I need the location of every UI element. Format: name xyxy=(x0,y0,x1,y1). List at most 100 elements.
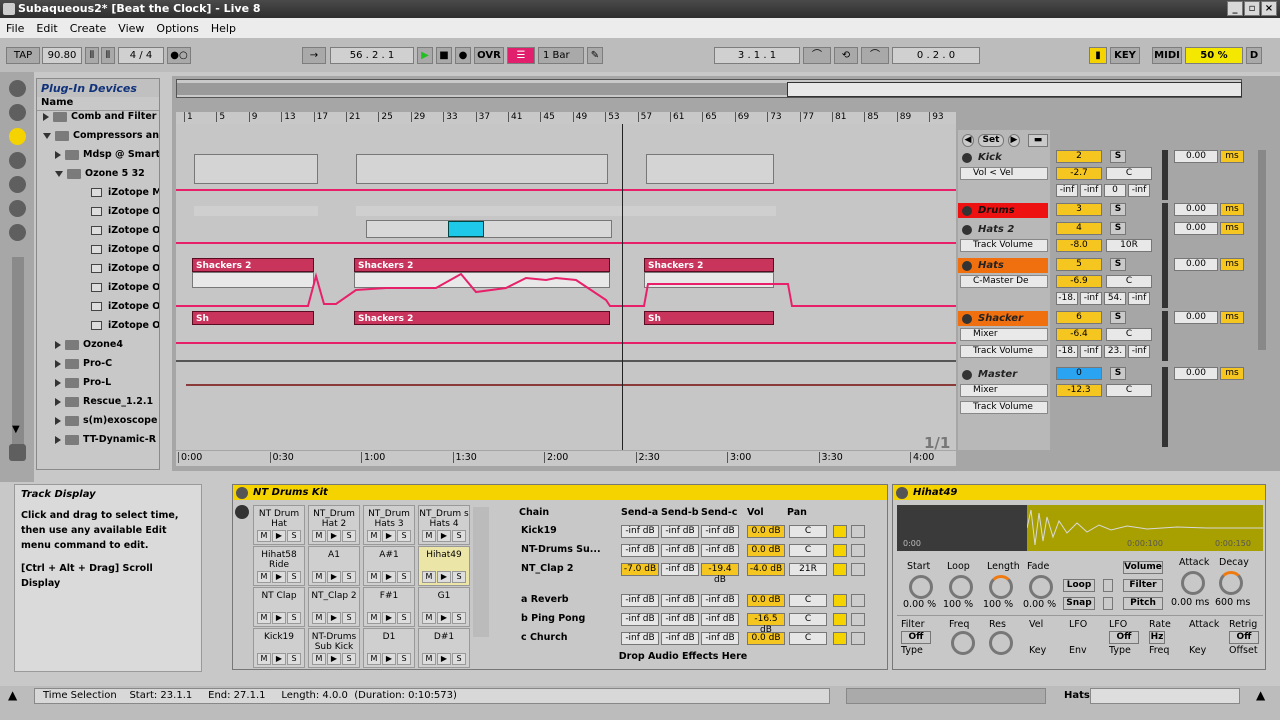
pad-play-button[interactable]: ▶ xyxy=(272,571,286,583)
filter-tab[interactable]: Filter xyxy=(1123,579,1163,592)
track-delay[interactable]: 0.00 xyxy=(1174,258,1218,271)
track-delay[interactable]: 0.00 xyxy=(1174,222,1218,235)
track-volume[interactable]: -12.3 xyxy=(1056,384,1102,397)
pad-mute-button[interactable]: M xyxy=(422,530,436,542)
chain-pan-value[interactable]: C xyxy=(789,525,827,538)
pad-mute-button[interactable]: M xyxy=(257,530,271,542)
pad-mute-button[interactable]: M xyxy=(422,571,436,583)
prev-locator-button[interactable]: ◀ xyxy=(962,134,974,147)
menu-create[interactable]: Create xyxy=(70,22,107,35)
track-delay-unit[interactable]: ms xyxy=(1220,203,1244,216)
waveform-display[interactable]: 0:00 0:00:100 0:00:150 xyxy=(897,505,1263,551)
pad-play-button[interactable]: ▶ xyxy=(272,530,286,542)
return-chain-row[interactable]: a Reverb -inf dB -inf dB -inf dB 0.0 dB C xyxy=(503,592,883,609)
kick-automation-line[interactable] xyxy=(176,189,956,191)
browser-item[interactable]: iZotope Oz xyxy=(37,320,159,339)
track-fold-icon[interactable] xyxy=(962,261,972,271)
browser-item[interactable]: iZotope Oz xyxy=(37,282,159,301)
pad-solo-button[interactable]: S xyxy=(342,612,356,624)
time-signature-field[interactable]: 4 / 4 xyxy=(118,47,164,64)
pad-solo-button[interactable]: S xyxy=(397,653,411,665)
folder-2-icon[interactable] xyxy=(9,176,26,193)
pad-mute-button[interactable]: M xyxy=(367,612,381,624)
retrig-off-button[interactable]: Off xyxy=(1229,631,1259,644)
hats-automation-curve[interactable] xyxy=(176,254,956,314)
pad-play-button[interactable]: ▶ xyxy=(272,612,286,624)
pad-mute-button[interactable]: M xyxy=(422,612,436,624)
pad-overview[interactable] xyxy=(473,507,489,637)
volume-tab[interactable]: Volume xyxy=(1123,561,1163,574)
overdub-button[interactable]: OVR xyxy=(474,47,504,64)
browser-item[interactable]: Pro-L xyxy=(37,377,159,396)
pad-mute-button[interactable]: M xyxy=(367,571,381,583)
pad-solo-button[interactable]: S xyxy=(342,571,356,583)
sample-knob[interactable] xyxy=(1029,575,1053,599)
nudge-down-button[interactable]: ⦀ xyxy=(85,47,99,64)
browser-item[interactable]: Pro-C xyxy=(37,358,159,377)
track-pan[interactable]: C xyxy=(1106,275,1152,288)
track-volume[interactable]: -6.4 xyxy=(1056,328,1102,341)
metronome-button[interactable]: ●○ xyxy=(167,47,191,64)
track-device-select[interactable]: C-Master De xyxy=(960,275,1048,288)
pad-play-button[interactable]: ▶ xyxy=(382,571,396,583)
menu-file[interactable]: File xyxy=(6,22,24,35)
lfo-off-button[interactable]: Off xyxy=(1109,631,1139,644)
track-device-select-2[interactable]: Track Volume xyxy=(960,345,1048,358)
menu-help[interactable]: Help xyxy=(211,22,236,35)
chain-pan-value[interactable]: C xyxy=(789,613,827,626)
show-detail-icon[interactable]: ▲ xyxy=(1256,688,1265,702)
chain-solo-button[interactable] xyxy=(851,544,865,557)
browser-item[interactable]: s(m)exoscope xyxy=(37,415,159,434)
chain-pan-value[interactable]: C xyxy=(789,544,827,557)
expand-arrow-icon[interactable] xyxy=(55,397,61,406)
chain-a-value[interactable]: -7.0 dB xyxy=(621,563,659,576)
track-device-select[interactable]: Vol < Vel xyxy=(960,167,1048,180)
pad-play-button[interactable]: ▶ xyxy=(327,653,341,665)
drum-pad[interactable]: A#1 M ▶ S xyxy=(363,546,415,586)
track-delay[interactable]: 0.00 xyxy=(1174,150,1218,163)
loop-length-field[interactable]: 0 . 2 . 0 xyxy=(892,47,980,64)
track-send[interactable]: -inf xyxy=(1128,345,1150,358)
drum-pad[interactable]: G1 M ▶ S xyxy=(418,587,470,627)
sample-knob[interactable] xyxy=(989,575,1013,599)
pad-play-button[interactable]: ▶ xyxy=(382,612,396,624)
pad-play-button[interactable]: ▶ xyxy=(272,653,286,665)
locator-list-button[interactable]: ▬ xyxy=(1028,134,1048,147)
follow-button[interactable]: → xyxy=(302,47,326,64)
chain-solo-button[interactable] xyxy=(851,632,865,645)
track-delay[interactable]: 0.00 xyxy=(1174,311,1218,324)
pad-solo-button[interactable]: S xyxy=(342,653,356,665)
track-delay-unit[interactable]: ms xyxy=(1220,367,1244,380)
drum-pad[interactable]: Hihat49 M ▶ S xyxy=(418,546,470,586)
pad-play-button[interactable]: ▶ xyxy=(327,530,341,542)
track-fold-icon[interactable] xyxy=(962,153,972,163)
menu-edit[interactable]: Edit xyxy=(36,22,57,35)
track-send[interactable]: -inf xyxy=(1080,345,1102,358)
key-map-button[interactable]: KEY xyxy=(1110,47,1140,64)
chain-vol-value[interactable]: -4.0 dB xyxy=(747,563,785,576)
browser-item[interactable]: Rescue_1.2.1 xyxy=(37,396,159,415)
hats2-automation-line[interactable] xyxy=(176,242,956,244)
punch-out-button[interactable]: ⌒ xyxy=(861,47,889,64)
chain-vol-value[interactable]: 0.0 dB xyxy=(747,525,785,538)
filter-off-button[interactable]: Off xyxy=(901,631,931,644)
track-device-select-2[interactable]: Track Volume xyxy=(960,401,1048,414)
drum-pad[interactable]: F#1 M ▶ S xyxy=(363,587,415,627)
chain-b-value[interactable]: -inf dB xyxy=(661,544,699,557)
solo-button[interactable]: S xyxy=(1110,311,1126,324)
chain-speaker-icon[interactable] xyxy=(833,632,847,645)
pad-play-button[interactable]: ▶ xyxy=(382,653,396,665)
menu-view[interactable]: View xyxy=(118,22,144,35)
pad-solo-button[interactable]: S xyxy=(397,612,411,624)
tempo-field[interactable]: 90.80 xyxy=(42,47,82,64)
master-automation-line[interactable] xyxy=(186,384,956,386)
browser-item[interactable]: TT-Dynamic-R xyxy=(37,434,159,453)
loop-toggle[interactable]: Loop xyxy=(1063,579,1095,592)
pad-play-button[interactable]: ▶ xyxy=(437,571,451,583)
chain-c-value[interactable]: -inf dB xyxy=(701,632,739,645)
folder-4-icon[interactable] xyxy=(9,224,26,241)
pad-mute-button[interactable]: M xyxy=(257,612,271,624)
maximize-button[interactable]: ▫ xyxy=(1244,1,1260,16)
track-send[interactable]: -inf xyxy=(1128,184,1150,197)
chain-a-value[interactable]: -inf dB xyxy=(621,594,659,607)
